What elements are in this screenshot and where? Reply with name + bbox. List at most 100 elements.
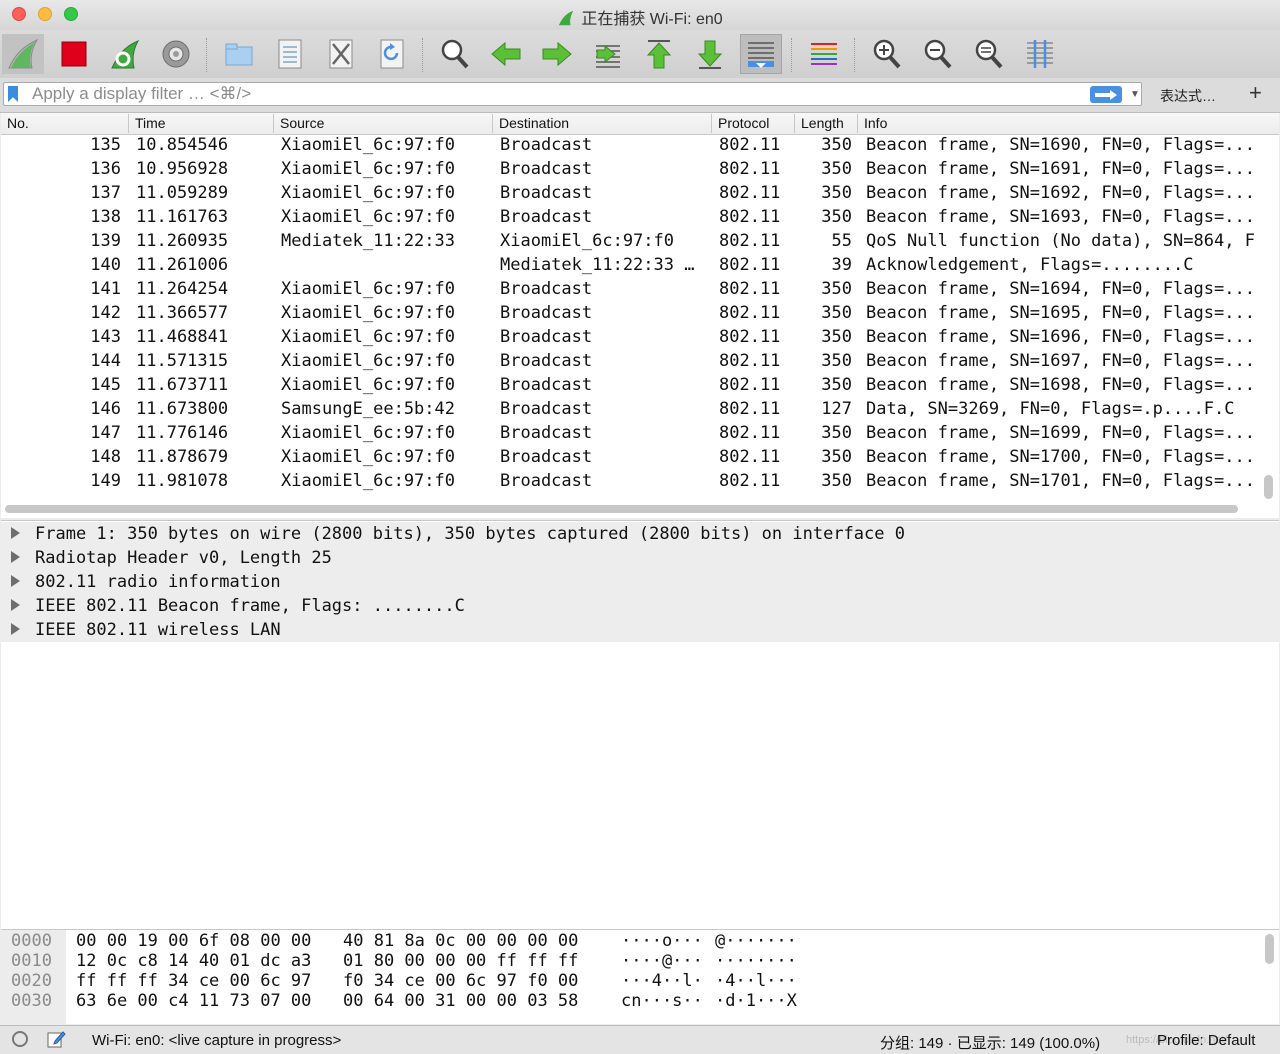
packet-list-hscrollbar[interactable] bbox=[5, 505, 1238, 513]
packet-list-vscrollbar[interactable] bbox=[1264, 475, 1273, 499]
detail-tree-item[interactable]: Radiotap Header v0, Length 25 bbox=[1, 546, 1279, 570]
expand-triangle-icon[interactable] bbox=[11, 551, 20, 563]
chevron-down-icon[interactable]: ▼ bbox=[1128, 86, 1142, 103]
col-header-protocol[interactable]: Protocol bbox=[718, 115, 769, 131]
expression-button[interactable]: 表达式… bbox=[1160, 86, 1216, 106]
packet-row[interactable]: 148 11.878679 XiaomiEl_6c:97:f0 Broadcast 80… bbox=[1, 446, 1263, 470]
go-first-button[interactable] bbox=[638, 34, 680, 74]
packet-list[interactable]: No. Time Source Destination Protocol Len… bbox=[1, 113, 1279, 518]
open-file-icon bbox=[225, 43, 253, 66]
restart-capture-button[interactable] bbox=[104, 34, 146, 74]
packet-row[interactable]: 138 11.161763 XiaomiEl_6c:97:f0 Broadcast 80… bbox=[1, 206, 1263, 230]
shark-fin-start-icon bbox=[8, 38, 39, 69]
autoscroll-icon bbox=[748, 42, 774, 68]
bookmark-icon[interactable] bbox=[8, 86, 18, 102]
go-first-icon bbox=[646, 40, 672, 69]
start-capture-button[interactable] bbox=[2, 34, 44, 74]
packet-row[interactable]: 135 10.854546 XiaomiEl_6c:97:f0 Broadcast 80… bbox=[1, 134, 1263, 158]
go-forward-button[interactable] bbox=[536, 34, 578, 74]
capture-comment-icon[interactable] bbox=[46, 1029, 66, 1049]
zoom-in-icon bbox=[873, 39, 901, 69]
expand-triangle-icon[interactable] bbox=[11, 623, 20, 635]
packet-row[interactable]: 145 11.673711 XiaomiEl_6c:97:f0 Broadcast 80… bbox=[1, 374, 1263, 398]
go-to-packet-button[interactable] bbox=[587, 34, 629, 74]
column-divider[interactable] bbox=[128, 114, 129, 133]
detail-tree-item[interactable]: IEEE 802.11 wireless LAN bbox=[1, 618, 1279, 642]
column-divider[interactable] bbox=[794, 114, 795, 133]
column-divider[interactable] bbox=[857, 114, 858, 133]
expand-triangle-icon[interactable] bbox=[11, 575, 20, 587]
col-header-no[interactable]: No. bbox=[7, 115, 29, 131]
col-header-info[interactable]: Info bbox=[864, 115, 887, 131]
zoom-out-button[interactable] bbox=[917, 34, 959, 74]
expand-triangle-icon[interactable] bbox=[11, 599, 20, 611]
colorize-button[interactable] bbox=[803, 34, 845, 74]
zoom-in-button[interactable] bbox=[866, 34, 908, 74]
find-packet-button[interactable] bbox=[434, 34, 476, 74]
packet-list-header: No. Time Source Destination Protocol Len… bbox=[1, 113, 1279, 135]
detail-tree-item[interactable]: IEEE 802.11 Beacon frame, Flags: .......… bbox=[1, 594, 1279, 618]
go-back-button[interactable] bbox=[485, 34, 527, 74]
autoscroll-button[interactable] bbox=[740, 34, 782, 74]
column-divider[interactable] bbox=[711, 114, 712, 133]
packet-row[interactable]: 139 11.260935 Mediatek_11:22:33 XiaomiEl_6c… bbox=[1, 230, 1263, 254]
open-file-button[interactable] bbox=[218, 34, 260, 74]
save-file-button[interactable] bbox=[269, 34, 311, 74]
column-divider[interactable] bbox=[273, 114, 274, 133]
close-file-button[interactable] bbox=[320, 34, 362, 74]
packet-row[interactable]: 136 10.956928 XiaomiEl_6c:97:f0 Broadcast 80… bbox=[1, 158, 1263, 182]
zoom-normal-icon bbox=[975, 39, 1003, 69]
packet-details[interactable]: Frame 1: 350 bytes on wire (2800 bits), … bbox=[1, 520, 1279, 929]
stop-capture-button[interactable] bbox=[53, 34, 95, 74]
hex-row[interactable]: 0010 12 0c c8 14 40 01 dc a3 01 80 00 00 0… bbox=[1, 951, 1261, 971]
toolbar-separator bbox=[422, 38, 423, 72]
detail-tree-item[interactable]: 802.11 radio information bbox=[1, 570, 1279, 594]
zoom-out-icon bbox=[924, 39, 952, 69]
capture-options-icon bbox=[162, 40, 190, 68]
col-header-time[interactable]: Time bbox=[135, 115, 166, 131]
packet-row[interactable]: 147 11.776146 XiaomiEl_6c:97:f0 Broadcast 80… bbox=[1, 422, 1263, 446]
packet-row[interactable]: 137 11.059289 XiaomiEl_6c:97:f0 Broadcast 80… bbox=[1, 182, 1263, 206]
packet-row[interactable]: 143 11.468841 XiaomiEl_6c:97:f0 Broadcast 80… bbox=[1, 326, 1263, 350]
resize-columns-icon bbox=[1027, 40, 1053, 68]
column-divider[interactable] bbox=[492, 114, 493, 133]
go-last-icon bbox=[697, 40, 723, 69]
capture-options-button[interactable] bbox=[155, 34, 197, 74]
save-file-icon bbox=[278, 39, 302, 69]
packet-bytes[interactable]: 0000 00 00 19 00 6f 08 00 00 40 81 8a 0c 0… bbox=[1, 929, 1279, 1024]
detail-tree-item[interactable]: Frame 1: 350 bytes on wire (2800 bits), … bbox=[1, 522, 1279, 546]
hex-row[interactable]: 0000 00 00 19 00 6f 08 00 00 40 81 8a 0c 0… bbox=[1, 931, 1261, 951]
hex-row[interactable]: 0030 63 6e 00 c4 11 73 07 00 00 64 00 31 0… bbox=[1, 991, 1261, 1011]
reload-file-button[interactable] bbox=[371, 34, 413, 74]
window-title-wrap: 正在捕获 Wi-Fi: en0 bbox=[0, 5, 1280, 29]
arrow-right-icon bbox=[1095, 89, 1117, 100]
col-header-source[interactable]: Source bbox=[280, 115, 324, 131]
add-filter-button[interactable]: + bbox=[1249, 80, 1262, 106]
expert-info-icon[interactable] bbox=[12, 1031, 28, 1047]
resize-columns-button[interactable] bbox=[1019, 34, 1061, 74]
col-header-destination[interactable]: Destination bbox=[499, 115, 569, 131]
go-back-icon bbox=[491, 41, 521, 67]
packet-row[interactable]: 142 11.366577 XiaomiEl_6c:97:f0 Broadcast 80… bbox=[1, 302, 1263, 326]
bytes-vscrollbar[interactable] bbox=[1265, 934, 1274, 964]
window-title: 正在捕获 Wi-Fi: en0 bbox=[581, 11, 723, 28]
capture-status-text: Wi-Fi: en0: <live capture in progress> bbox=[92, 1032, 342, 1049]
hex-row[interactable]: 0020 ff ff ff 34 ce 00 6c 97 f0 34 ce 00 6… bbox=[1, 971, 1261, 991]
packet-row[interactable]: 144 11.571315 XiaomiEl_6c:97:f0 Broadcast 80… bbox=[1, 350, 1263, 374]
packet-row[interactable]: 140 11.261006 Mediatek_11:22:33 … 802.11 39 A… bbox=[1, 254, 1263, 278]
expand-triangle-icon[interactable] bbox=[11, 527, 20, 539]
zoom-normal-button[interactable] bbox=[968, 34, 1010, 74]
packet-row[interactable]: 149 11.981078 XiaomiEl_6c:97:f0 Broadcast 80… bbox=[1, 470, 1263, 494]
apply-filter-button[interactable] bbox=[1090, 86, 1122, 103]
go-to-packet-icon bbox=[596, 44, 620, 68]
profile-selector[interactable]: Profile: Default bbox=[1157, 1032, 1255, 1049]
display-filter-input[interactable] bbox=[30, 84, 1082, 104]
go-forward-icon bbox=[542, 41, 572, 67]
packet-row[interactable]: 141 11.264254 XiaomiEl_6c:97:f0 Broadcast 80… bbox=[1, 278, 1263, 302]
status-bar: Wi-Fi: en0: <live capture in progress> 分… bbox=[0, 1025, 1280, 1054]
close-file-icon bbox=[329, 39, 353, 69]
go-last-button[interactable] bbox=[689, 34, 731, 74]
colorize-icon bbox=[811, 43, 837, 65]
packet-row[interactable]: 146 11.673800 SamsungE_ee:5b:42 Broadcast 80… bbox=[1, 398, 1263, 422]
col-header-length[interactable]: Length bbox=[801, 115, 844, 131]
